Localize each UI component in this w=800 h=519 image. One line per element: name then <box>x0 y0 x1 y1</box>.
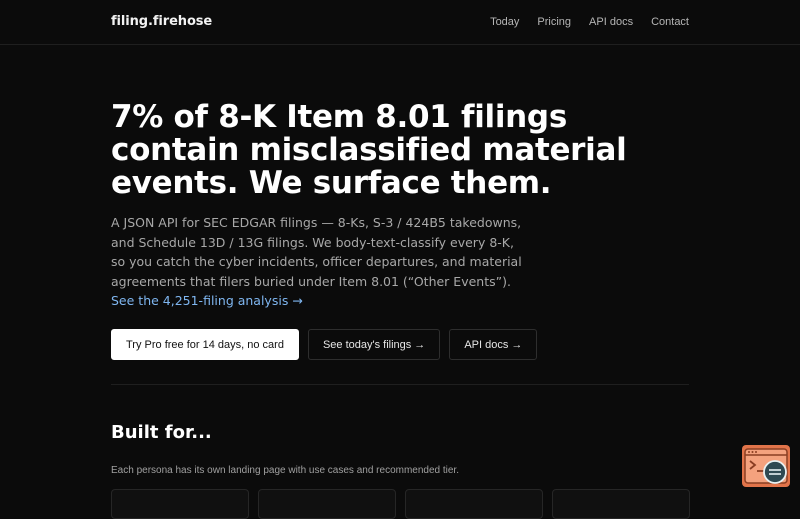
nav-link-api-docs[interactable]: API docs <box>589 16 633 28</box>
hero-headline: 7% of 8-K Item 8.01 filings contain misc… <box>111 99 627 201</box>
persona-card[interactable] <box>111 489 249 519</box>
nav-link-pricing[interactable]: Pricing <box>537 16 571 28</box>
try-pro-button[interactable]: Try Pro free for 14 days, no card <box>111 329 299 360</box>
built-for-title: Built for... <box>111 422 212 443</box>
brand-left: filing <box>111 14 148 29</box>
nav-link-contact[interactable]: Contact <box>651 16 689 28</box>
persona-card[interactable] <box>258 489 396 519</box>
hero-lead: A JSON API for SEC EDGAR filings — 8-Ks,… <box>111 213 531 311</box>
brand-right: firehose <box>152 14 213 29</box>
persona-card[interactable] <box>552 489 690 519</box>
section-divider <box>111 384 689 385</box>
persona-cards <box>111 489 690 519</box>
top-nav: filing.firehose Today Pricing API docs C… <box>0 0 800 45</box>
api-docs-button[interactable]: API docs → <box>449 329 538 360</box>
persona-card[interactable] <box>405 489 543 519</box>
brand-logo[interactable]: filing.firehose <box>111 14 212 29</box>
chat-widget-button[interactable] <box>742 445 790 487</box>
todays-filings-button[interactable]: See today's filings → <box>307 329 441 360</box>
nav-link-today[interactable]: Today <box>490 16 519 28</box>
cta-row: Try Pro free for 14 days, no card See to… <box>111 329 538 360</box>
nav-links: Today Pricing API docs Contact <box>490 16 689 28</box>
analysis-link[interactable]: See the 4,251-filing analysis → <box>111 293 303 308</box>
chat-support-icon <box>744 448 788 484</box>
built-for-subtitle: Each persona has its own landing page wi… <box>111 465 459 476</box>
hero-lead-text: A JSON API for SEC EDGAR filings — 8-Ks,… <box>111 215 522 289</box>
